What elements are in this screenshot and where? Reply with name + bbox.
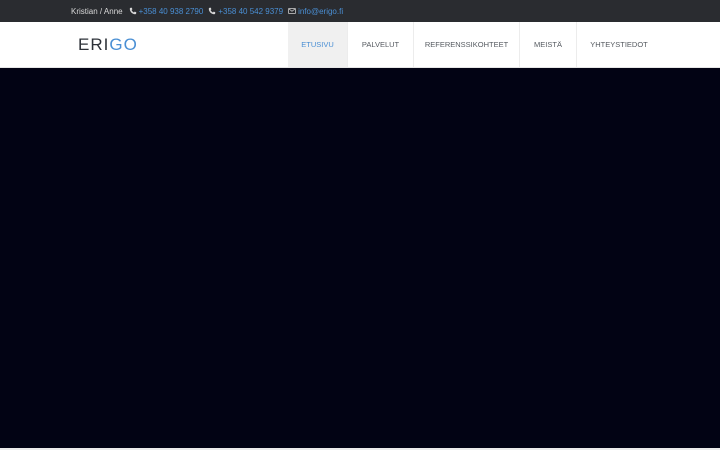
nav-item-yhteystiedot[interactable]: YHTEYSTIEDOT — [577, 22, 661, 67]
nav-item-etusivu[interactable]: ETUSIVU — [288, 22, 348, 67]
site-logo[interactable]: ERIGO — [78, 35, 138, 55]
phone-icon — [129, 7, 137, 15]
main-navigation: ETUSIVU PALVELUT REFERENSSIKOHTEET MEIST… — [288, 22, 661, 67]
nav-item-referenssikohteet[interactable]: REFERENSSIKOHTEET — [414, 22, 520, 67]
top-contact-bar: Kristian / Anne +358 40 938 2790 +358 40… — [0, 0, 720, 22]
email-address: info@erigo.fi — [298, 6, 344, 16]
logo-text-part-1: ERI — [78, 35, 110, 54]
hero-banner — [0, 68, 720, 448]
nav-item-palvelut[interactable]: PALVELUT — [348, 22, 414, 67]
contact-names: Kristian / Anne — [71, 6, 123, 16]
phone-number-1: +358 40 938 2790 — [138, 6, 204, 16]
phone-number-2: +358 40 542 9379 — [218, 6, 284, 16]
email-link[interactable]: info@erigo.fi — [288, 7, 343, 16]
nav-item-meista[interactable]: MEISTÄ — [520, 22, 577, 67]
logo-text-part-2: GO — [109, 35, 138, 54]
phone-link-2[interactable]: +358 40 542 9379 — [208, 7, 283, 16]
envelope-icon — [288, 7, 296, 15]
phone-icon — [208, 7, 216, 15]
site-header: ERIGO ETUSIVU PALVELUT REFERENSSIKOHTEET… — [0, 22, 720, 68]
phone-link-1[interactable]: +358 40 938 2790 — [129, 6, 204, 16]
